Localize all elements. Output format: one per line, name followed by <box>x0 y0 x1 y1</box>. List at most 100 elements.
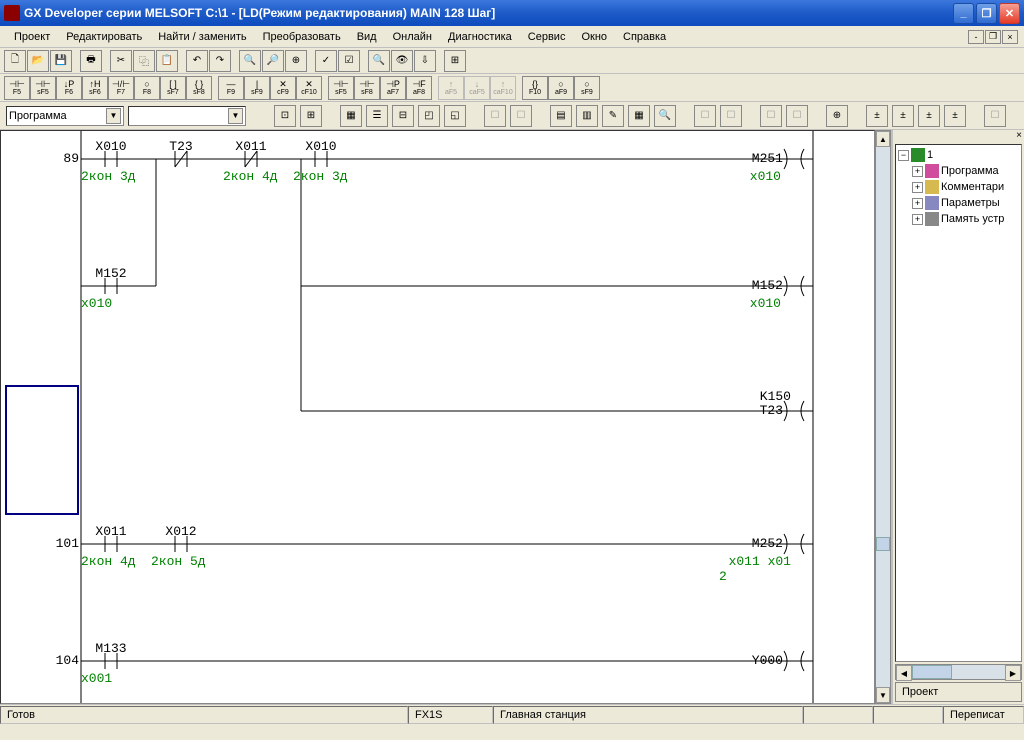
fkey-cF9[interactable]: ✕cF9 <box>270 76 296 100</box>
tb-icon-23[interactable]: ± <box>944 105 966 127</box>
fkey-sF9[interactable]: ○sF9 <box>574 76 600 100</box>
copy-button[interactable]: ⿻ <box>133 50 155 72</box>
scroll-left-button[interactable]: ◀ <box>896 665 912 681</box>
tb-icon-12[interactable]: ✎ <box>602 105 624 127</box>
tb-icon-11[interactable]: ▥ <box>576 105 598 127</box>
tb-icon-21[interactable]: ± <box>892 105 914 127</box>
import-button[interactable]: ⇩ <box>414 50 436 72</box>
fkey-F8[interactable]: ○F8 <box>134 76 160 100</box>
find-contact-button[interactable]: 🔎 <box>262 50 284 72</box>
mdi-close[interactable]: × <box>1002 30 1018 44</box>
scroll-thumb[interactable] <box>876 537 890 551</box>
tb-icon-20[interactable]: ± <box>866 105 888 127</box>
menu-edit[interactable]: Редактировать <box>58 29 150 45</box>
fkey-sF5[interactable]: ⊣⊢sF5 <box>328 76 354 100</box>
tb-icon-3[interactable]: ▦ <box>340 105 362 127</box>
vertical-scrollbar[interactable]: ▲ ▼ <box>875 130 891 704</box>
fkey-sF8[interactable]: { }sF8 <box>186 76 212 100</box>
device-combo[interactable]: ▼ <box>128 106 246 126</box>
tb-icon-24[interactable]: ☐ <box>984 105 1006 127</box>
mdi-minimize[interactable]: - <box>968 30 984 44</box>
fkey-sF6[interactable]: ↑HsF6 <box>82 76 108 100</box>
menu-help[interactable]: Справка <box>615 29 674 45</box>
panel-tab-project[interactable]: Проект <box>895 682 1022 702</box>
menu-convert[interactable]: Преобразовать <box>255 29 349 45</box>
fkey-aF9[interactable]: ○aF9 <box>548 76 574 100</box>
fkey-aF7[interactable]: ⊣PaF7 <box>380 76 406 100</box>
menu-window[interactable]: Окно <box>573 29 615 45</box>
tb-icon-16[interactable]: ☐ <box>720 105 742 127</box>
menu-view[interactable]: Вид <box>349 29 385 45</box>
monitor2-button[interactable]: ⊞ <box>444 50 466 72</box>
menu-find[interactable]: Найти / заменить <box>150 29 254 45</box>
tb-icon-13[interactable]: ▦ <box>628 105 650 127</box>
scroll-down-button[interactable]: ▼ <box>876 687 890 703</box>
fkey-sF7[interactable]: [ ]sF7 <box>160 76 186 100</box>
fkey-F5[interactable]: ⊣⊢F5 <box>4 76 30 100</box>
check-button[interactable]: ☑ <box>338 50 360 72</box>
open-button[interactable]: 📂 <box>27 50 49 72</box>
tb-icon-8[interactable]: ☐ <box>484 105 506 127</box>
fkey-F7[interactable]: ⊣/⊢F7 <box>108 76 134 100</box>
tree-item-program[interactable]: + Программа <box>898 163 1019 179</box>
tb-icon-7[interactable]: ◱ <box>444 105 466 127</box>
tb-icon-15[interactable]: ☐ <box>694 105 716 127</box>
menu-online[interactable]: Онлайн <box>385 29 440 45</box>
find-coil-button[interactable]: ⊕ <box>285 50 307 72</box>
tb-icon-4[interactable]: ☰ <box>366 105 388 127</box>
tb-icon-9[interactable]: ☐ <box>510 105 532 127</box>
fkey-F9[interactable]: —F9 <box>218 76 244 100</box>
convert-button[interactable]: ✓ <box>315 50 337 72</box>
fkey-sF5[interactable]: ⊣⊢sF5 <box>30 76 56 100</box>
redo-button[interactable]: ↷ <box>209 50 231 72</box>
new-button[interactable]: 🗋 <box>4 50 26 72</box>
tb-icon-22[interactable]: ± <box>918 105 940 127</box>
monitor-button[interactable]: 👁 <box>391 50 413 72</box>
fkey-cF10[interactable]: ✕cF10 <box>296 76 322 100</box>
fkey-F10[interactable]: {}F10 <box>522 76 548 100</box>
tree-item-parameters[interactable]: + Параметры <box>898 195 1019 211</box>
scroll-right-button[interactable]: ▶ <box>1005 665 1021 681</box>
tb-icon-6[interactable]: ◰ <box>418 105 440 127</box>
undo-button[interactable]: ↶ <box>186 50 208 72</box>
tb-icon-10[interactable]: ▤ <box>550 105 572 127</box>
expand-icon[interactable]: + <box>912 166 923 177</box>
tb-icon-19[interactable]: ⊕ <box>826 105 848 127</box>
tb-icon-5[interactable]: ⊟ <box>392 105 414 127</box>
tree-root[interactable]: − 1 <box>898 147 1019 163</box>
fkey-sF9[interactable]: |sF9 <box>244 76 270 100</box>
fkey-sF8[interactable]: ⊣⊢sF8 <box>354 76 380 100</box>
tb-icon-17[interactable]: ☐ <box>760 105 782 127</box>
find-device-button[interactable]: 🔍 <box>239 50 261 72</box>
menu-project[interactable]: Проект <box>6 29 58 45</box>
tb-icon-1[interactable]: ⊡ <box>274 105 296 127</box>
tree-item-memory[interactable]: + Память устр <box>898 211 1019 227</box>
tb-icon-14[interactable]: 🔍 <box>654 105 676 127</box>
expand-icon[interactable]: + <box>912 182 923 193</box>
minimize-button[interactable]: _ <box>953 3 974 24</box>
scroll-up-button[interactable]: ▲ <box>876 131 890 147</box>
panel-close-icon[interactable]: × <box>893 130 1024 144</box>
cut-button[interactable]: ✂ <box>110 50 132 72</box>
fkey-F6[interactable]: ↓PF6 <box>56 76 82 100</box>
zoom-button[interactable]: 🔍 <box>368 50 390 72</box>
print-button[interactable]: 🖶 <box>80 50 102 72</box>
tree-item-comments[interactable]: + Комментари <box>898 179 1019 195</box>
expand-icon[interactable]: + <box>912 214 923 225</box>
program-combo[interactable]: Программа ▼ <box>6 106 124 126</box>
tb-icon-2[interactable]: ⊞ <box>300 105 322 127</box>
save-button[interactable]: 💾 <box>50 50 72 72</box>
maximize-button[interactable]: ❐ <box>976 3 997 24</box>
menu-diagnostics[interactable]: Диагностика <box>440 29 520 45</box>
project-tree[interactable]: − 1 + Программа + Комментари + Параметры… <box>895 144 1022 662</box>
mdi-restore[interactable]: ❐ <box>985 30 1001 44</box>
close-button[interactable]: ✕ <box>999 3 1020 24</box>
paste-button[interactable]: 📋 <box>156 50 178 72</box>
ladder-editor[interactable]: 89X0102кон 3дT23X0112кон 4дX0102кон 3дM2… <box>0 130 875 704</box>
tree-hscrollbar[interactable]: ◀ ▶ <box>895 664 1022 680</box>
menu-tools[interactable]: Сервис <box>520 29 574 45</box>
fkey-aF8[interactable]: ⊣FaF8 <box>406 76 432 100</box>
expand-icon[interactable]: + <box>912 198 923 209</box>
collapse-icon[interactable]: − <box>898 150 909 161</box>
scroll-thumb[interactable] <box>912 665 952 679</box>
